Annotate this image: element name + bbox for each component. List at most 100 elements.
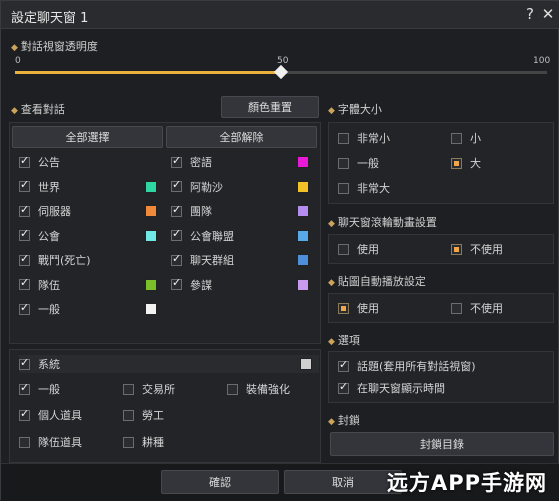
- checkbox[interactable]: [19, 178, 30, 192]
- chat-option-6[interactable]: 一般: [19, 300, 149, 318]
- checkbox[interactable]: [171, 227, 182, 241]
- checkbox[interactable]: [123, 436, 134, 448]
- scroll-option-1[interactable]: 不使用: [451, 240, 551, 258]
- system-option-0[interactable]: 一般: [19, 380, 119, 398]
- color-swatch[interactable]: [297, 278, 309, 291]
- font-size-option-1[interactable]: 小: [451, 129, 551, 147]
- chat-option-r2[interactable]: 團隊: [171, 202, 301, 220]
- option-item-1-label: 在聊天窗顯示時間: [357, 382, 445, 395]
- checkbox[interactable]: [171, 154, 182, 168]
- chat-option-r4[interactable]: 聊天群組: [171, 251, 301, 269]
- checkbox[interactable]: [171, 276, 182, 290]
- chat-option-0[interactable]: 公告: [19, 153, 149, 171]
- system-option-6[interactable]: 耕種: [123, 433, 223, 451]
- chat-option-r1-label: 阿勒沙: [190, 180, 223, 194]
- checkbox[interactable]: [19, 301, 30, 315]
- sticker-option-0[interactable]: 使用: [338, 299, 438, 317]
- system-checkbox[interactable]: [19, 356, 30, 370]
- checkbox[interactable]: [338, 380, 349, 394]
- checkbox[interactable]: [171, 178, 182, 192]
- color-swatch[interactable]: [297, 156, 309, 168]
- radio-button[interactable]: [451, 132, 462, 144]
- font-size-option-3[interactable]: 大: [451, 154, 551, 172]
- system-option-0-label: 一般: [38, 383, 60, 396]
- radio-button[interactable]: [338, 157, 349, 169]
- system-toggle-row[interactable]: 系統: [19, 355, 319, 373]
- option-item-0[interactable]: 話題(套用所有對話視窗): [338, 357, 538, 375]
- select-all-button[interactable]: 全部選擇: [12, 126, 163, 148]
- checkbox[interactable]: [19, 407, 30, 421]
- radio-button[interactable]: [451, 243, 462, 255]
- chat-option-r1[interactable]: 阿勒沙: [171, 178, 301, 196]
- chat-settings-window: 設定聊天窗 1 ? ✕ ◆ 對話視窗透明度 0 50 100 ◆ 查看對話 顏色重置…: [0, 0, 559, 501]
- checkbox[interactable]: [123, 409, 134, 421]
- scroll-animation-section-label: ◆ 聊天窗滾輪動畫設置: [328, 216, 437, 229]
- color-reset-button[interactable]: 顏色重置: [221, 96, 319, 118]
- chat-option-r0-label: 密語: [190, 156, 212, 169]
- deselect-all-button[interactable]: 全部解除: [166, 126, 317, 148]
- color-swatch[interactable]: [145, 278, 157, 291]
- cancel-button[interactable]: 取消: [284, 470, 402, 494]
- checkbox[interactable]: [338, 358, 349, 372]
- opacity-slider-handle[interactable]: [273, 64, 289, 80]
- checkbox[interactable]: [19, 203, 30, 217]
- checkbox[interactable]: [19, 252, 30, 266]
- font-size-option-4-label: 非常大: [357, 182, 390, 195]
- system-option-1[interactable]: 交易所: [123, 380, 223, 398]
- sticker-option-1[interactable]: 不使用: [451, 299, 551, 317]
- color-swatch[interactable]: [297, 180, 309, 193]
- radio-button[interactable]: [451, 302, 462, 314]
- checkbox[interactable]: [19, 154, 30, 168]
- radio-button[interactable]: [338, 243, 349, 255]
- color-swatch[interactable]: [297, 205, 309, 217]
- confirm-button[interactable]: 確認: [161, 470, 279, 494]
- chat-option-5[interactable]: 隊伍: [19, 276, 149, 294]
- checkbox[interactable]: [227, 383, 238, 395]
- radio-button[interactable]: [338, 132, 349, 144]
- radio-button[interactable]: [451, 157, 462, 169]
- chat-option-2[interactable]: 伺服器: [19, 202, 149, 220]
- system-option-2[interactable]: 裝備強化: [227, 380, 327, 398]
- help-icon[interactable]: ?: [521, 5, 539, 23]
- opacity-mid-label: 50: [277, 56, 289, 66]
- chat-option-r3[interactable]: 公會聯盟: [171, 227, 301, 245]
- scroll-option-0[interactable]: 使用: [338, 240, 438, 258]
- font-size-option-2[interactable]: 一般: [338, 154, 438, 172]
- opacity-max-label: 100: [533, 56, 551, 66]
- checkbox[interactable]: [19, 276, 30, 290]
- checkbox[interactable]: [171, 203, 182, 217]
- system-option-1-label: 交易所: [142, 383, 175, 396]
- color-swatch[interactable]: [297, 254, 309, 266]
- color-swatch[interactable]: [297, 229, 309, 242]
- close-icon[interactable]: ✕: [539, 5, 557, 23]
- chat-section-label: ◆ 查看對話: [11, 103, 65, 116]
- checkbox[interactable]: [19, 381, 30, 395]
- radio-button[interactable]: [338, 302, 349, 314]
- checkbox[interactable]: [171, 252, 182, 266]
- chat-option-r3-label: 公會聯盟: [190, 229, 234, 243]
- checkbox[interactable]: [19, 227, 30, 241]
- opacity-slider[interactable]: [15, 64, 547, 80]
- block-list-button[interactable]: 封鎖目錄: [330, 432, 554, 456]
- color-swatch[interactable]: [145, 303, 157, 315]
- checkbox[interactable]: [123, 383, 134, 395]
- scroll-option-0-label: 使用: [357, 243, 379, 256]
- chat-option-r0[interactable]: 密語: [171, 153, 301, 171]
- chat-option-1[interactable]: 世界: [19, 178, 149, 196]
- system-option-4[interactable]: 勞工: [123, 406, 223, 424]
- chat-option-3[interactable]: 公會: [19, 227, 149, 245]
- color-swatch[interactable]: [145, 205, 157, 217]
- checkbox[interactable]: [19, 436, 30, 448]
- system-color-swatch[interactable]: [300, 358, 312, 370]
- option-item-1[interactable]: 在聊天窗顯示時間: [338, 379, 538, 397]
- system-option-5[interactable]: 隊伍道具: [19, 433, 119, 451]
- color-swatch[interactable]: [145, 229, 157, 242]
- font-size-option-0[interactable]: 非常小: [338, 129, 438, 147]
- system-option-3[interactable]: 個人道具: [19, 406, 119, 424]
- chat-option-r5[interactable]: 參謀: [171, 276, 301, 294]
- chat-option-4[interactable]: 戰鬥(死亡): [19, 251, 149, 269]
- sticker-option-0-label: 使用: [357, 302, 379, 315]
- color-swatch[interactable]: [145, 180, 157, 193]
- radio-button[interactable]: [338, 182, 349, 194]
- font-size-option-4[interactable]: 非常大: [338, 179, 438, 197]
